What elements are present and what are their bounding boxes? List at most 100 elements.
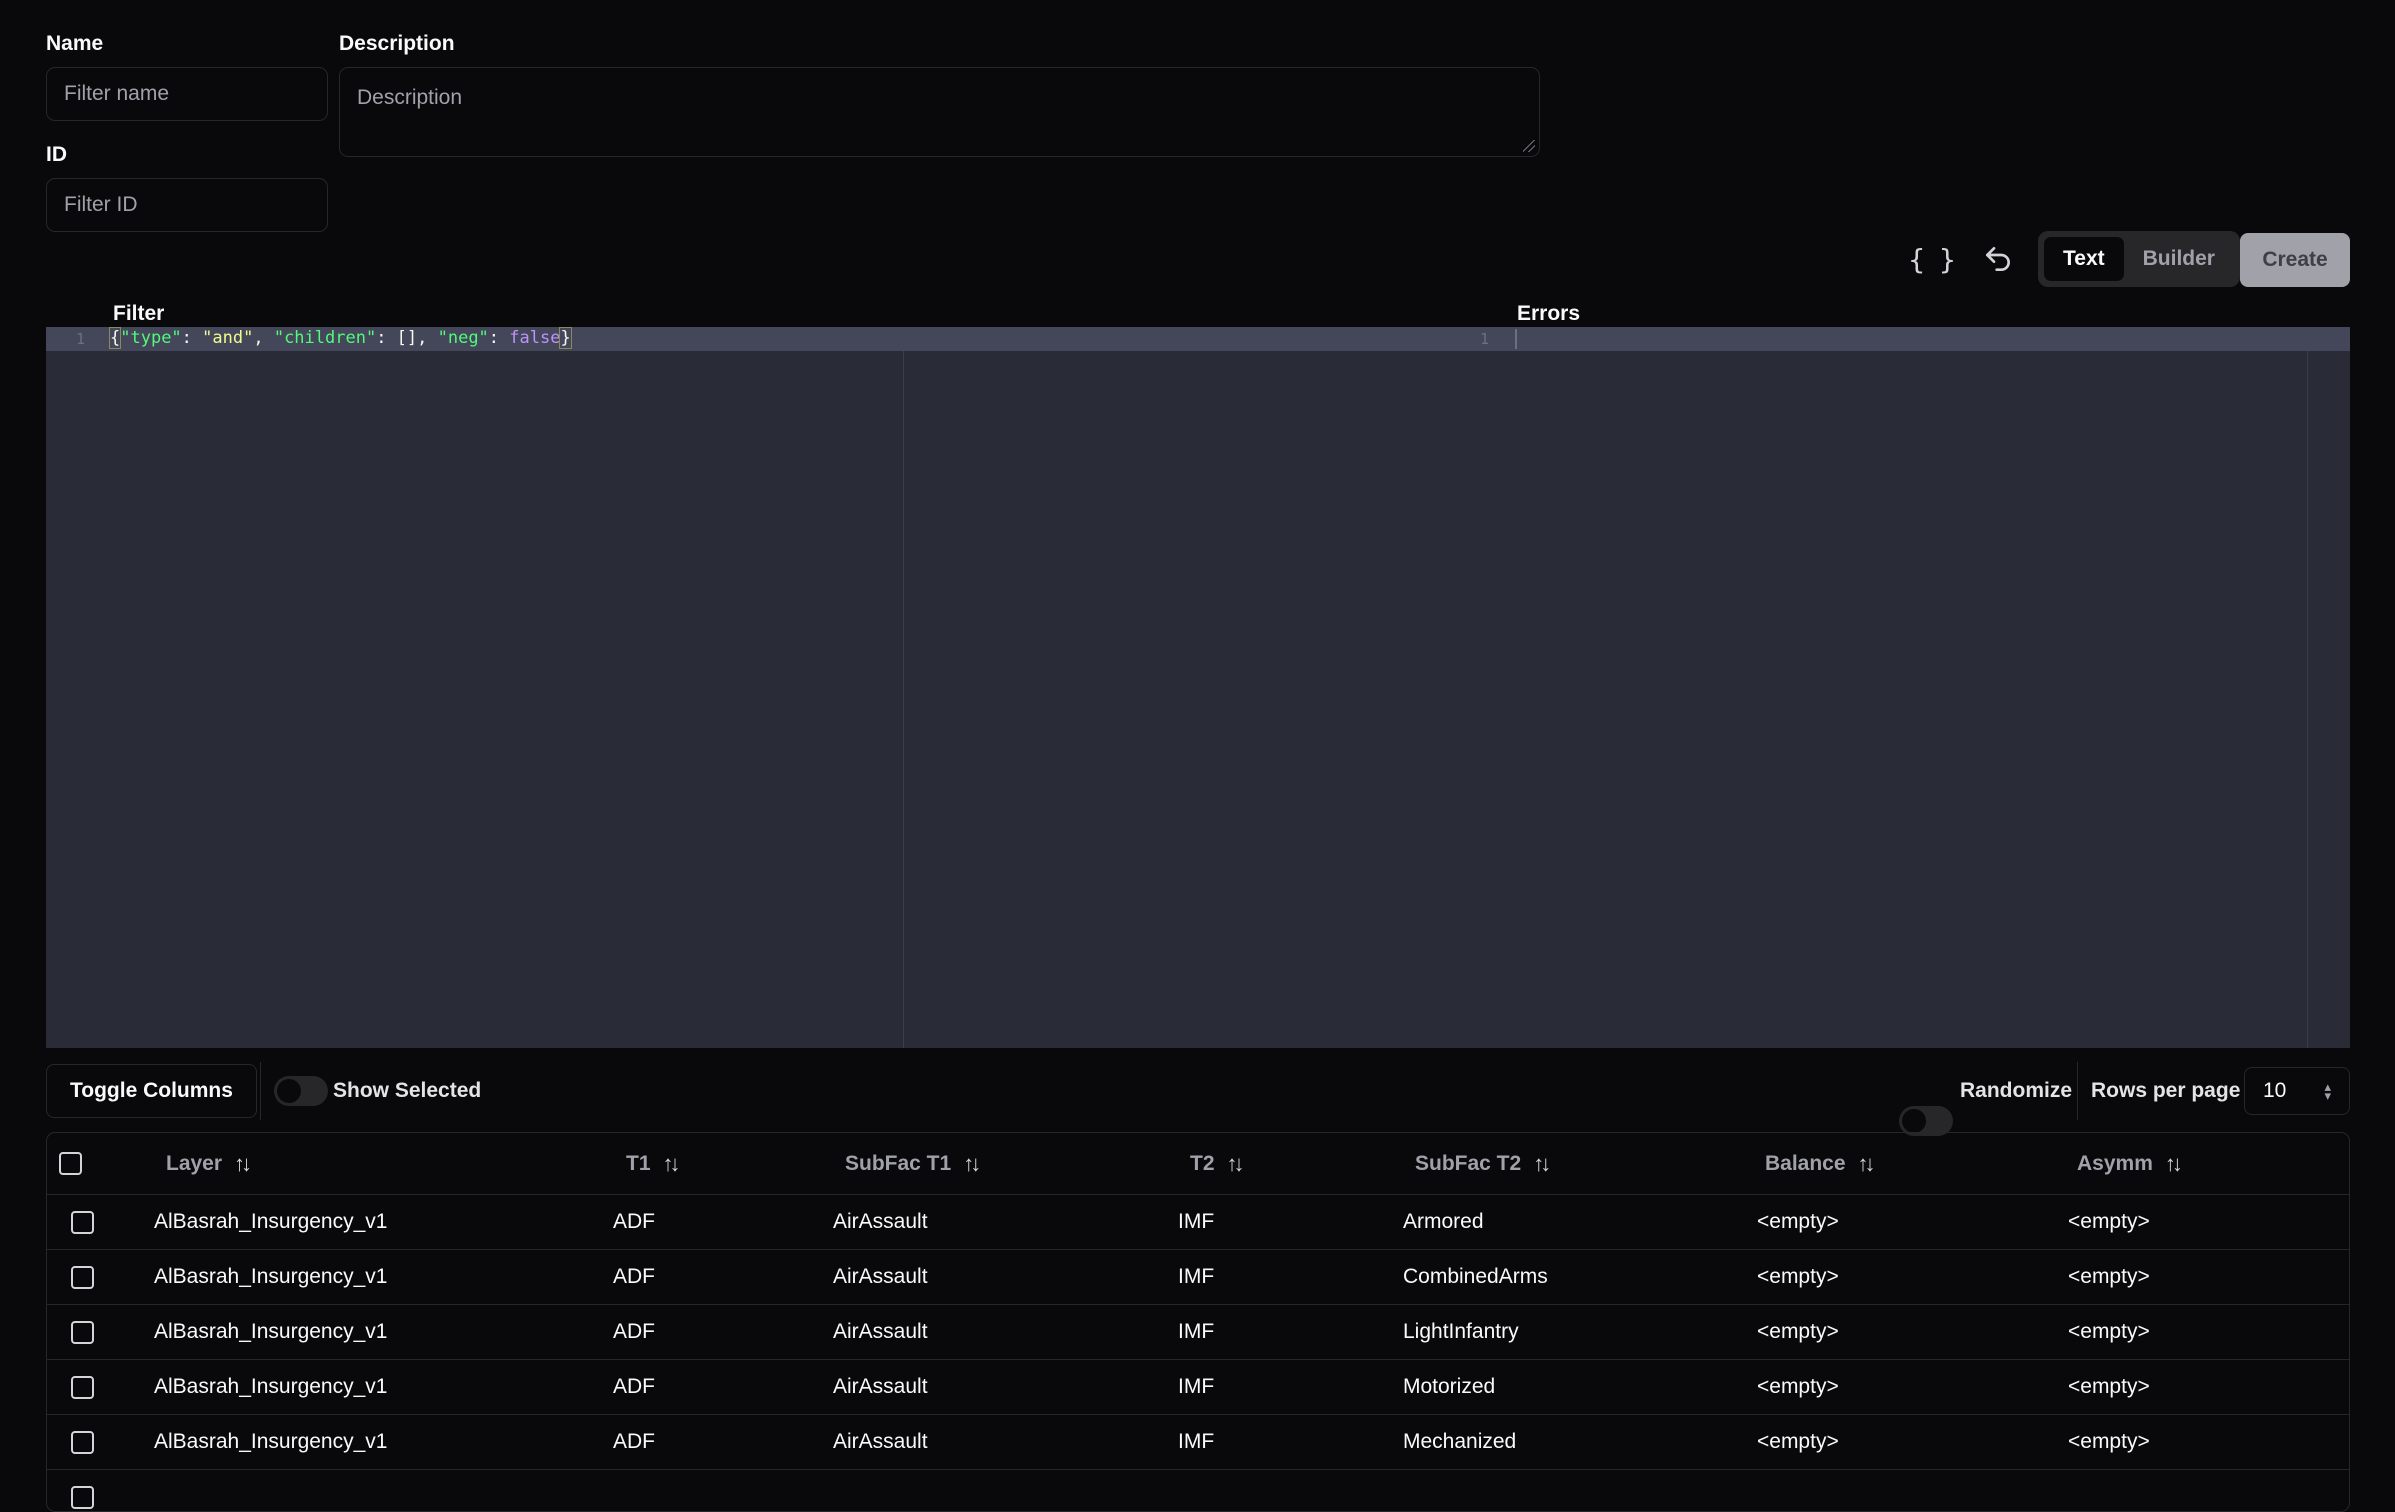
- column-label: Asymm: [2077, 1151, 2153, 1175]
- cell-layer: AlBasrah_Insurgency_v1: [154, 1375, 388, 1398]
- cell-subfac-t1: AirAssault: [833, 1210, 928, 1233]
- select-all-checkbox[interactable]: [59, 1152, 82, 1175]
- row-checkbox[interactable]: [71, 1375, 94, 1399]
- cell-layer: AlBasrah_Insurgency_v1: [154, 1430, 388, 1453]
- row-checkbox[interactable]: [71, 1430, 94, 1454]
- data-table: Layer ↑↓ T1 ↑↓ SubFac T1 ↑↓ T2 ↑↓ SubFac T2 ↑…: [46, 1132, 2350, 1512]
- cell-balance: <empty>: [1757, 1430, 1839, 1453]
- column-header-layer[interactable]: Layer ↑↓: [166, 1133, 252, 1194]
- row-checkbox[interactable]: [71, 1486, 94, 1509]
- table-row[interactable]: AlBasrah_Insurgency_v1 ADF AirAssault IM…: [47, 1250, 2349, 1305]
- column-label: SubFac T2: [1415, 1151, 1522, 1175]
- table-row[interactable]: AlBasrah_Insurgency_v1 ADF AirAssault IM…: [47, 1305, 2349, 1360]
- sort-arrows-icon: ↑↓: [2164, 1150, 2183, 1176]
- line-number: 1: [76, 330, 86, 348]
- row-checkbox[interactable]: [71, 1320, 94, 1344]
- cell-layer: AlBasrah_Insurgency_v1: [154, 1320, 388, 1343]
- code-colon: :: [181, 328, 203, 348]
- table-row[interactable]: [47, 1470, 2349, 1511]
- cell-subfac-t2: Armored: [1403, 1210, 1484, 1233]
- cell-t2: IMF: [1178, 1375, 1215, 1398]
- errors-editor: 1: [1467, 327, 2350, 1048]
- cell-subfac-t2: Mechanized: [1403, 1430, 1517, 1453]
- create-button[interactable]: Create: [2240, 233, 2350, 287]
- errors-label: Errors: [1517, 302, 1581, 325]
- column-header-subfac-t2[interactable]: SubFac T2 ↑↓: [1415, 1133, 1551, 1194]
- code-value-false: false: [509, 328, 561, 348]
- cell-t1: ADF: [613, 1265, 655, 1288]
- column-label: Balance: [1765, 1151, 1846, 1175]
- description-textarea[interactable]: Description: [339, 67, 1540, 157]
- cell-asymm: <empty>: [2068, 1320, 2150, 1343]
- sort-arrows-icon: ↑↓: [662, 1150, 681, 1176]
- format-json-button[interactable]: { }: [1905, 231, 1961, 287]
- toggle-columns-button[interactable]: Toggle Columns: [46, 1064, 257, 1118]
- mode-toggle[interactable]: Text Builder: [2038, 231, 2240, 287]
- code-close-brace: }: [559, 327, 572, 349]
- rows-per-page-value: 10: [2263, 1079, 2287, 1102]
- filter-label: Filter: [113, 302, 165, 325]
- cell-t2: IMF: [1178, 1210, 1215, 1233]
- show-selected-switch[interactable]: [274, 1076, 328, 1106]
- cell-t1: ADF: [613, 1375, 655, 1398]
- chevron-up-down-icon: ▴ ▾: [2324, 1079, 2331, 1103]
- cell-subfac-t1: AirAssault: [833, 1430, 928, 1453]
- cell-asymm: <empty>: [2068, 1430, 2150, 1453]
- cell-layer: AlBasrah_Insurgency_v1: [154, 1210, 388, 1233]
- column-label: SubFac T1: [845, 1151, 952, 1175]
- row-checkbox[interactable]: [71, 1265, 94, 1289]
- sort-arrows-icon: ↑↓: [1533, 1150, 1551, 1176]
- cell-subfac-t2: LightInfantry: [1403, 1320, 1519, 1343]
- cell-t2: IMF: [1178, 1265, 1215, 1288]
- cell-subfac-t1: AirAssault: [833, 1375, 928, 1398]
- cell-balance: <empty>: [1757, 1210, 1839, 1233]
- code-open-brace: {: [108, 327, 122, 349]
- resize-grip-icon[interactable]: [1523, 140, 1535, 152]
- name-label: Name: [46, 32, 104, 55]
- description-placeholder: Description: [357, 86, 463, 109]
- column-header-t1[interactable]: T1 ↑↓: [626, 1133, 681, 1194]
- cell-subfac-t2: Motorized: [1403, 1375, 1496, 1398]
- sort-arrows-icon: ↑↓: [963, 1150, 981, 1176]
- cell-balance: <empty>: [1757, 1320, 1839, 1343]
- rows-per-page-select[interactable]: 10 ▴ ▾: [2244, 1067, 2350, 1115]
- column-header-t2[interactable]: T2 ↑↓: [1190, 1133, 1245, 1194]
- switch-knob: [1902, 1109, 1926, 1133]
- randomize-label: Randomize: [1960, 1079, 2073, 1102]
- description-label: Description: [339, 32, 455, 55]
- mode-text-tab[interactable]: Text: [2044, 237, 2124, 281]
- filter-editor[interactable]: 1 {"type": "and", "children": [], "neg":…: [46, 327, 1517, 1048]
- code-key-children: "children": [273, 328, 377, 348]
- column-label: T2: [1190, 1151, 1215, 1175]
- cell-subfac-t1: AirAssault: [833, 1320, 928, 1343]
- errors-guide-line: [2307, 351, 2308, 1048]
- rows-per-page-label: Rows per page: [2091, 1079, 2241, 1102]
- id-input[interactable]: Filter ID: [46, 178, 328, 232]
- column-label: Layer: [166, 1151, 223, 1175]
- column-label: T1: [626, 1151, 651, 1175]
- errors-cursor: [1515, 329, 1517, 349]
- table-row[interactable]: AlBasrah_Insurgency_v1 ADF AirAssault IM…: [47, 1360, 2349, 1415]
- table-row[interactable]: AlBasrah_Insurgency_v1 ADF AirAssault IM…: [47, 1415, 2349, 1470]
- show-selected-label: Show Selected: [333, 1079, 482, 1102]
- name-input[interactable]: Filter name: [46, 67, 328, 121]
- cell-asymm: <empty>: [2068, 1375, 2150, 1398]
- sort-arrows-icon: ↑↓: [234, 1150, 252, 1176]
- column-header-asymm[interactable]: Asymm ↑↓: [2077, 1133, 2183, 1194]
- cell-t1: ADF: [613, 1320, 655, 1343]
- cell-asymm: <empty>: [2068, 1265, 2150, 1288]
- cell-layer: AlBasrah_Insurgency_v1: [154, 1265, 388, 1288]
- sort-arrows-icon: ↑↓: [1857, 1150, 1876, 1176]
- row-checkbox[interactable]: [71, 1210, 94, 1234]
- errors-line-number: 1: [1480, 330, 1490, 348]
- code-key-type: "type": [120, 328, 182, 348]
- code-comma: ,: [253, 328, 274, 348]
- undo-button[interactable]: [1970, 231, 2026, 287]
- column-header-subfac-t1[interactable]: SubFac T1 ↑↓: [845, 1133, 981, 1194]
- mode-builder-tab[interactable]: Builder: [2124, 237, 2234, 281]
- controls-divider: [2077, 1062, 2078, 1120]
- table-row[interactable]: AlBasrah_Insurgency_v1 ADF AirAssault IM…: [47, 1195, 2349, 1250]
- filter-code-line[interactable]: {"type": "and", "children": [], "neg": f…: [108, 327, 572, 349]
- column-header-balance[interactable]: Balance ↑↓: [1765, 1133, 1876, 1194]
- cell-balance: <empty>: [1757, 1375, 1839, 1398]
